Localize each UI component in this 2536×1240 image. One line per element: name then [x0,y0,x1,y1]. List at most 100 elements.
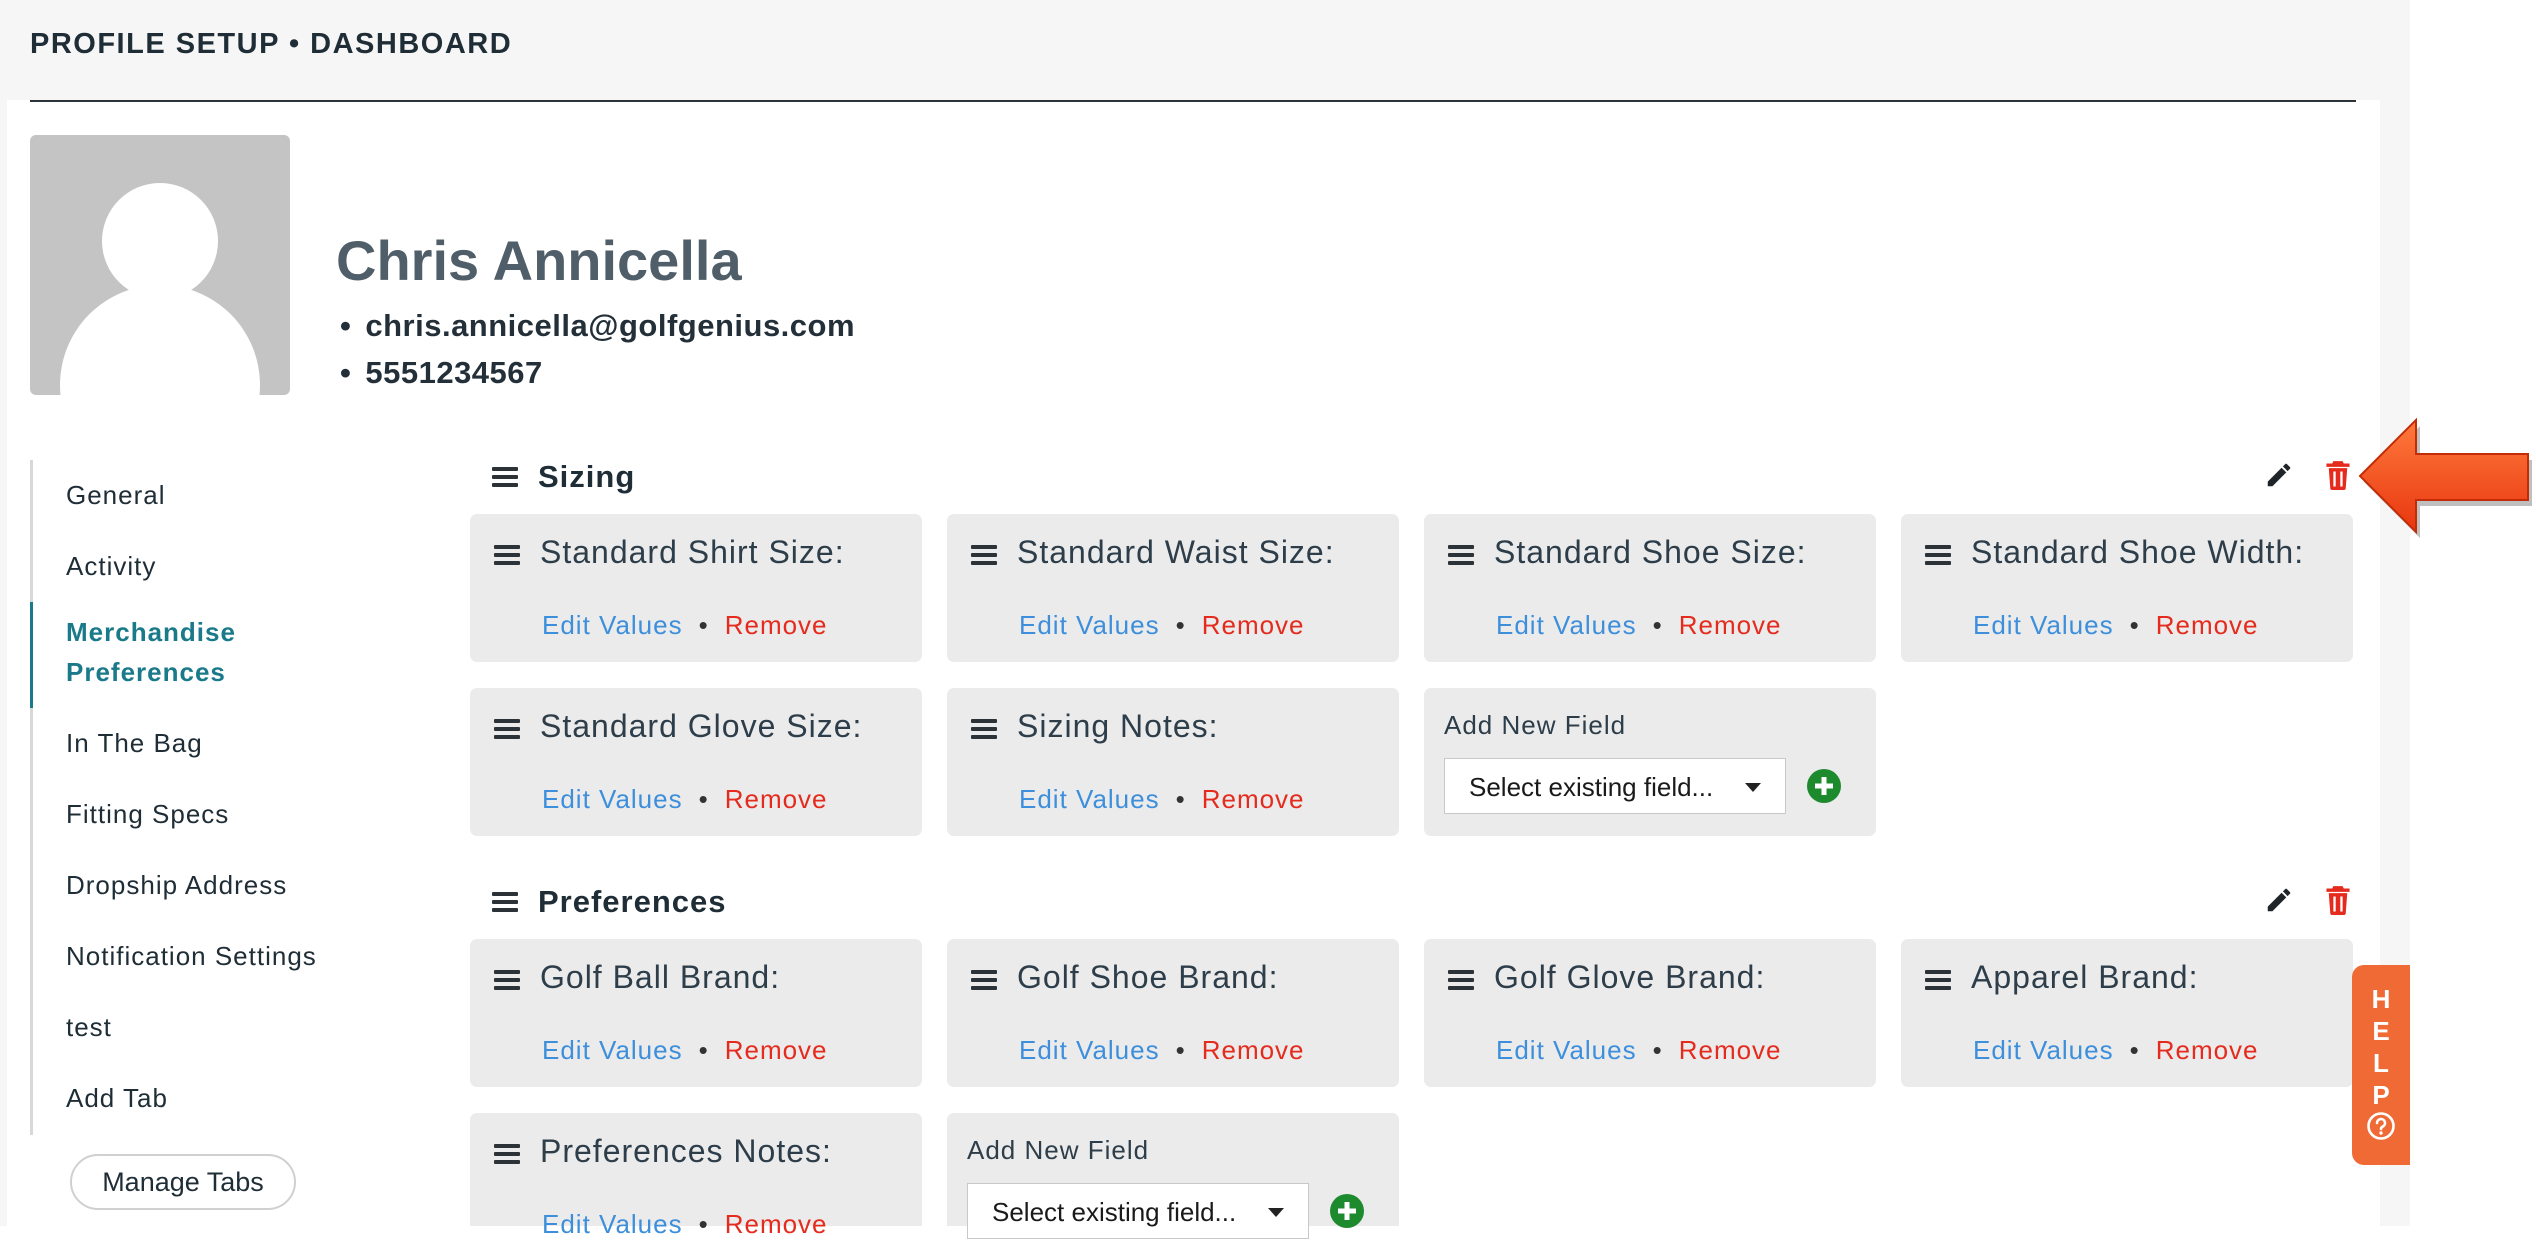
remove-link[interactable]: Remove [725,1035,828,1065]
field-label: Standard Waist Size: [1017,534,1335,570]
left-gutter [0,100,7,1226]
field-card: Standard Shirt Size: Edit Values • Remove [470,514,922,662]
sidebar-nav: General Activity Merchandise Preferences… [30,460,363,1135]
edit-values-link[interactable]: Edit Values [1973,1035,2114,1065]
field-label: Apparel Brand: [1971,959,2199,995]
add-new-field-label: Add New Field [967,1135,1150,1165]
caret-down-icon [1745,783,1761,792]
drag-handle-icon[interactable] [971,966,997,994]
field-card: Sizing Notes: Edit Values • Remove [947,688,1399,836]
trash-icon[interactable] [2324,885,2352,915]
sidebar-item-dropship-address[interactable]: Dropship Address [30,850,363,921]
drag-handle-icon[interactable] [1925,966,1951,994]
avatar-body-shape [60,285,260,395]
drag-handle-icon[interactable] [492,888,518,916]
edit-values-link[interactable]: Edit Values [1019,610,1160,640]
page-header: PROFILE SETUP • DASHBOARD [0,0,2410,100]
drag-handle-icon[interactable] [971,541,997,569]
plus-circle-icon[interactable] [1329,1193,1365,1229]
select-existing-field-dropdown[interactable]: Select existing field... [967,1183,1309,1239]
field-actions: Edit Values • Remove [542,784,828,815]
sidebar-item-in-the-bag[interactable]: In The Bag [30,708,363,779]
trash-icon[interactable] [2324,460,2352,490]
drag-handle-icon[interactable] [492,463,518,491]
edit-values-link[interactable]: Edit Values [542,1209,683,1239]
remove-link[interactable]: Remove [2156,1035,2259,1065]
sidebar-item-activity[interactable]: Activity [30,531,363,602]
plus-circle-icon[interactable] [1806,768,1842,804]
field-actions: Edit Values • Remove [1496,610,1782,641]
sidebar-item-add-tab[interactable]: Add Tab [30,1063,363,1134]
separator-dot: • [1652,1035,1663,1065]
field-label: Golf Ball Brand: [540,959,781,995]
separator-dot: • [698,610,709,640]
remove-link[interactable]: Remove [725,610,828,640]
field-card: Standard Glove Size: Edit Values • Remove [470,688,922,836]
field-card: Preferences Notes: Edit Values • Remove [470,1113,922,1239]
field-label: Golf Shoe Brand: [1017,959,1279,995]
section-header-sizing: Sizing [492,452,2352,502]
edit-values-link[interactable]: Edit Values [1019,784,1160,814]
help-letter: L [2373,1048,2389,1078]
sidebar-item-merchandise-preferences[interactable]: Merchandise Preferences [30,602,363,708]
remove-link[interactable]: Remove [1679,1035,1782,1065]
field-label: Sizing Notes: [1017,708,1219,744]
pencil-icon[interactable] [2264,885,2294,915]
drag-handle-icon[interactable] [494,541,520,569]
edit-values-link[interactable]: Edit Values [1496,1035,1637,1065]
field-card: Golf Glove Brand: Edit Values • Remove [1424,939,1876,1087]
pencil-icon[interactable] [2264,460,2294,490]
field-card: Golf Ball Brand: Edit Values • Remove [470,939,922,1087]
separator-dot: • [2129,1035,2140,1065]
page-title: PROFILE SETUP • DASHBOARD [30,28,513,60]
field-label: Standard Shirt Size: [540,534,845,570]
sidebar-item-fitting-specs[interactable]: Fitting Specs [30,779,363,850]
select-existing-field-dropdown[interactable]: Select existing field... [1444,758,1786,814]
field-actions: Edit Values • Remove [1019,610,1305,641]
remove-link[interactable]: Remove [2156,610,2259,640]
separator-dot: • [698,1035,709,1065]
profile-phone: 5551234567 [340,352,855,399]
drag-handle-icon[interactable] [494,1140,520,1168]
separator-dot: • [1175,610,1186,640]
avatar[interactable] [30,135,290,395]
field-card: Standard Waist Size: Edit Values • Remove [947,514,1399,662]
remove-link[interactable]: Remove [1202,784,1305,814]
field-label: Preferences Notes: [540,1133,832,1169]
drag-handle-icon[interactable] [494,715,520,743]
drag-handle-icon[interactable] [1448,966,1474,994]
edit-values-link[interactable]: Edit Values [1019,1035,1160,1065]
edit-values-link[interactable]: Edit Values [542,610,683,640]
question-circle-icon [2367,1112,2395,1140]
remove-link[interactable]: Remove [725,1209,828,1239]
help-letter: H [2371,984,2391,1014]
sidebar-item-general[interactable]: General [30,460,363,531]
header-divider [30,100,2356,102]
sidebar-item-notification-settings[interactable]: Notification Settings [30,921,363,992]
help-letter: E [2372,1016,2390,1046]
edit-values-link[interactable]: Edit Values [1496,610,1637,640]
separator-dot: • [698,784,709,814]
select-value: Select existing field... [1469,772,1714,802]
field-actions: Edit Values • Remove [542,610,828,641]
sidebar-item-test[interactable]: test [30,992,363,1063]
edit-values-link[interactable]: Edit Values [542,784,683,814]
section-title: Sizing [538,459,636,494]
remove-link[interactable]: Remove [1202,610,1305,640]
drag-handle-icon[interactable] [971,715,997,743]
remove-link[interactable]: Remove [1679,610,1782,640]
remove-link[interactable]: Remove [1202,1035,1305,1065]
drag-handle-icon[interactable] [1448,541,1474,569]
help-tab[interactable]: H E L P [2352,965,2410,1165]
drag-handle-icon[interactable] [494,966,520,994]
separator-dot: • [1175,784,1186,814]
edit-values-link[interactable]: Edit Values [542,1035,683,1065]
field-label: Standard Glove Size: [540,708,863,744]
edit-values-link[interactable]: Edit Values [1973,610,2114,640]
section-actions [2238,885,2352,920]
field-label: Golf Glove Brand: [1494,959,1766,995]
section-actions [2238,460,2352,495]
drag-handle-icon[interactable] [1925,541,1951,569]
manage-tabs-button[interactable]: Manage Tabs [70,1154,296,1210]
remove-link[interactable]: Remove [725,784,828,814]
